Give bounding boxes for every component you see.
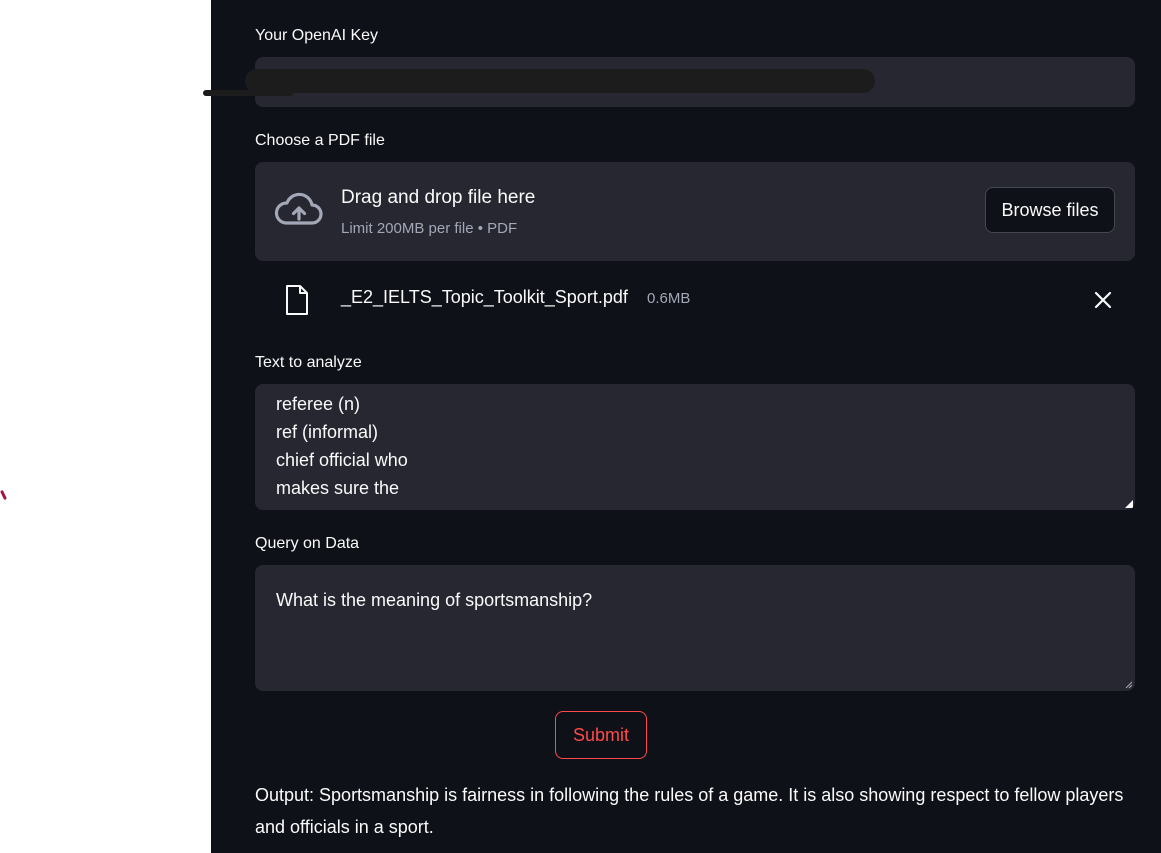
text-to-analyze-textarea[interactable]: referee (n) ref (informal) chief officia…: [255, 384, 1135, 510]
uploaded-file-row: _E2_IELTS_Topic_Toolkit_Sport.pdf 0.6MB: [255, 280, 1135, 320]
resize-handle-icon[interactable]: [1125, 500, 1133, 508]
output-text: Output: Sportsmanship is fairness in fol…: [255, 785, 1124, 837]
openai-key-input[interactable]: [203, 57, 1135, 107]
cloud-upload-icon: [274, 192, 323, 225]
browse-files-button[interactable]: Browse files: [985, 187, 1115, 233]
file-limit-text: Limit 200MB per file • PDF: [341, 220, 518, 237]
pdf-uploader-label: Choose a PDF file: [255, 132, 385, 149]
stray-mark: [0, 489, 7, 501]
text-line: referee (n): [276, 394, 361, 414]
redaction-mark-tail: [203, 90, 293, 96]
text-line: chief official who: [276, 450, 408, 470]
query-text: What is the meaning of sportsmanship?: [276, 590, 593, 610]
text-to-analyze-label: Text to analyze: [255, 354, 362, 371]
openai-key-label: Your OpenAI Key: [255, 27, 379, 44]
text-line: ref (informal): [276, 422, 379, 442]
pdf-dropzone[interactable]: Drag and drop file here Limit 200MB per …: [255, 162, 1135, 261]
text-line-clipped: [276, 384, 366, 393]
query-label: Query on Data: [255, 535, 360, 552]
left-blank-area: [0, 0, 211, 853]
uploaded-file-size: 0.6MB: [647, 290, 691, 307]
submit-button[interactable]: Submit: [555, 711, 647, 759]
drag-drop-text: Drag and drop file here: [341, 187, 536, 208]
uploaded-file-name: _E2_IELTS_Topic_Toolkit_Sport.pdf: [341, 287, 628, 307]
close-icon[interactable]: [1091, 288, 1115, 312]
text-line: makes sure the: [276, 478, 400, 498]
redaction-mark: [245, 69, 875, 93]
main-panel: Your OpenAI Key Choose a PDF file Drag a…: [203, 0, 1161, 853]
resize-handle-icon[interactable]: [1125, 681, 1133, 689]
file-icon: [286, 285, 308, 315]
query-textarea[interactable]: What is the meaning of sportsmanship?: [255, 565, 1135, 691]
